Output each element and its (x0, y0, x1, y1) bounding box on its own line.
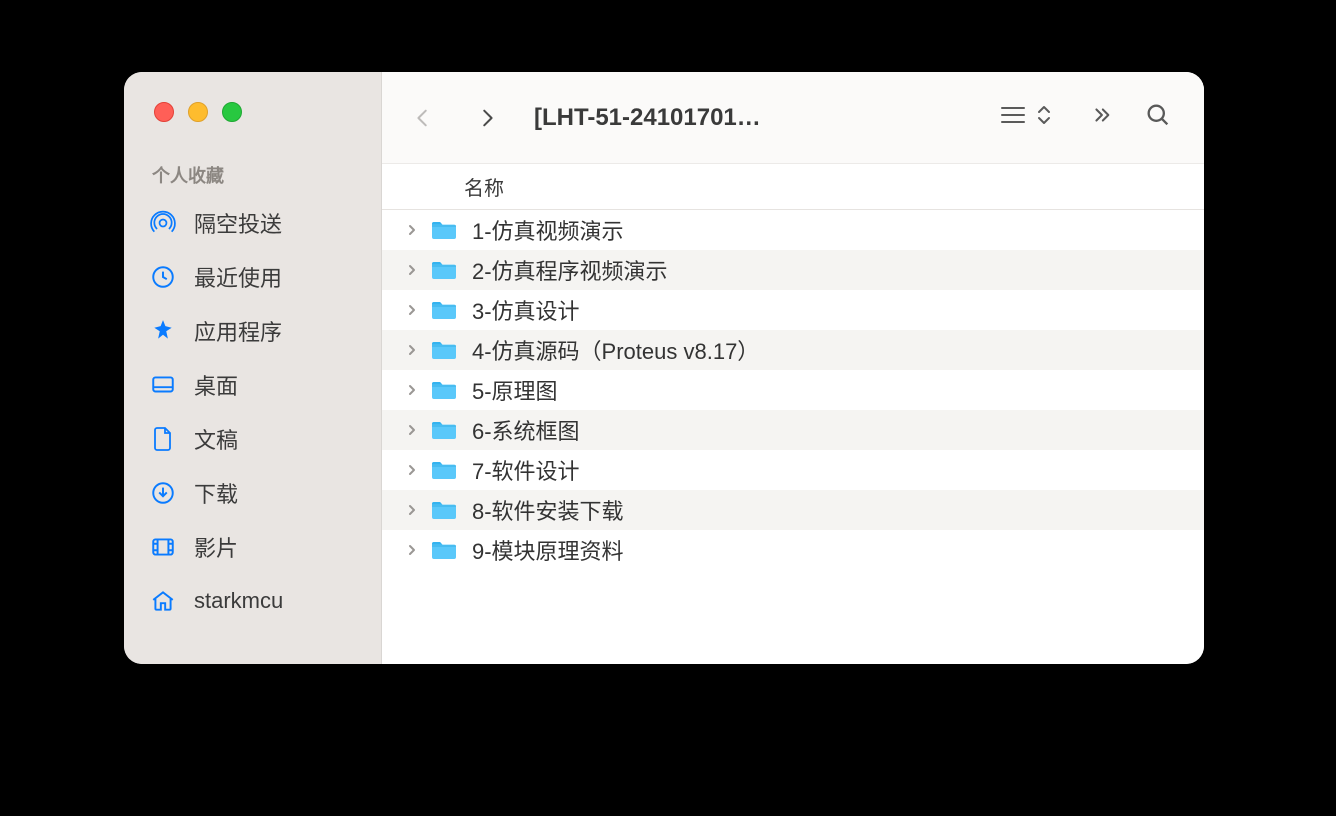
file-row[interactable]: 7-软件设计 (382, 450, 1204, 490)
disclosure-triangle-icon[interactable] (404, 423, 420, 437)
disclosure-triangle-icon[interactable] (404, 343, 420, 357)
back-button[interactable] (396, 93, 450, 143)
search-button[interactable] (1134, 101, 1182, 134)
download-icon (148, 478, 178, 508)
folder-icon (430, 538, 458, 562)
folder-icon (430, 458, 458, 482)
film-icon (148, 532, 178, 562)
sidebar-item-home[interactable]: starkmcu (124, 574, 381, 628)
sidebar-section-title: 个人收藏 (124, 134, 381, 196)
minimize-window-button[interactable] (188, 102, 208, 122)
sidebar-item-label: 影片 (194, 531, 238, 563)
finder-window: 个人收藏 隔空投送 最近使用 应用程序 (124, 72, 1204, 664)
applications-icon (148, 316, 178, 346)
disclosure-triangle-icon[interactable] (404, 463, 420, 477)
sidebar-item-airdrop[interactable]: 隔空投送 (124, 196, 381, 250)
sidebar-item-downloads[interactable]: 下载 (124, 466, 381, 520)
disclosure-triangle-icon[interactable] (404, 503, 420, 517)
close-window-button[interactable] (154, 102, 174, 122)
file-name: 2-仿真程序视频演示 (468, 254, 668, 286)
file-name: 8-软件安装下载 (468, 494, 624, 526)
file-row[interactable]: 8-软件安装下载 (382, 490, 1204, 530)
disclosure-triangle-icon[interactable] (404, 263, 420, 277)
folder-icon (430, 498, 458, 522)
file-row[interactable]: 9-模块原理资料 (382, 530, 1204, 570)
list-view-icon (998, 103, 1028, 132)
document-icon (148, 424, 178, 454)
folder-icon (430, 338, 458, 362)
sidebar-item-label: 应用程序 (194, 315, 282, 347)
file-row[interactable]: 4-仿真源码（Proteus v8.17） (382, 330, 1204, 370)
file-name: 1-仿真视频演示 (468, 214, 624, 246)
folder-icon (430, 378, 458, 402)
sidebar: 个人收藏 隔空投送 最近使用 应用程序 (124, 72, 382, 664)
sidebar-item-label: 最近使用 (194, 261, 282, 293)
airdrop-icon (148, 208, 178, 238)
window-controls (124, 90, 381, 134)
up-down-chevron-icon (1036, 103, 1052, 132)
file-row[interactable]: 5-原理图 (382, 370, 1204, 410)
column-header-name: 名称 (464, 172, 504, 201)
sidebar-item-label: 桌面 (194, 369, 238, 401)
sidebar-item-label: 文稿 (194, 423, 238, 455)
folder-icon (430, 298, 458, 322)
file-row[interactable]: 2-仿真程序视频演示 (382, 250, 1204, 290)
main-pane: [LHT-51-24101701… 名称 (382, 72, 1204, 664)
file-name: 5-原理图 (468, 374, 558, 406)
file-name: 6-系统框图 (468, 414, 580, 446)
file-row[interactable]: 1-仿真视频演示 (382, 210, 1204, 250)
toolbar: [LHT-51-24101701… (382, 72, 1204, 164)
sidebar-item-movies[interactable]: 影片 (124, 520, 381, 574)
column-header-row[interactable]: 名称 (382, 164, 1204, 210)
sidebar-item-applications[interactable]: 应用程序 (124, 304, 381, 358)
home-icon (148, 586, 178, 616)
disclosure-triangle-icon[interactable] (404, 223, 420, 237)
sidebar-item-label: starkmcu (194, 588, 283, 614)
file-name: 9-模块原理资料 (468, 534, 624, 566)
file-list: 1-仿真视频演示 2-仿真程序视频演示 3-仿真设计 4-仿真源码（Proteu… (382, 210, 1204, 664)
disclosure-triangle-icon[interactable] (404, 383, 420, 397)
file-name: 3-仿真设计 (468, 294, 580, 326)
clock-icon (148, 262, 178, 292)
folder-icon (430, 218, 458, 242)
folder-icon (430, 258, 458, 282)
desktop-icon (148, 370, 178, 400)
file-name: 4-仿真源码（Proteus v8.17） (468, 334, 759, 366)
file-row[interactable]: 6-系统框图 (382, 410, 1204, 450)
sidebar-item-label: 隔空投送 (194, 207, 282, 239)
disclosure-triangle-icon[interactable] (404, 543, 420, 557)
window-title: [LHT-51-24101701… (524, 104, 972, 132)
file-name: 7-软件设计 (468, 454, 580, 486)
sidebar-item-label: 下载 (194, 477, 238, 509)
sidebar-item-desktop[interactable]: 桌面 (124, 358, 381, 412)
forward-button[interactable] (460, 93, 514, 143)
sidebar-item-recents[interactable]: 最近使用 (124, 250, 381, 304)
toolbar-overflow-button[interactable] (1078, 104, 1124, 131)
sidebar-item-documents[interactable]: 文稿 (124, 412, 381, 466)
file-row[interactable]: 3-仿真设计 (382, 290, 1204, 330)
view-mode-switcher[interactable] (982, 103, 1068, 132)
folder-icon (430, 418, 458, 442)
disclosure-triangle-icon[interactable] (404, 303, 420, 317)
zoom-window-button[interactable] (222, 102, 242, 122)
